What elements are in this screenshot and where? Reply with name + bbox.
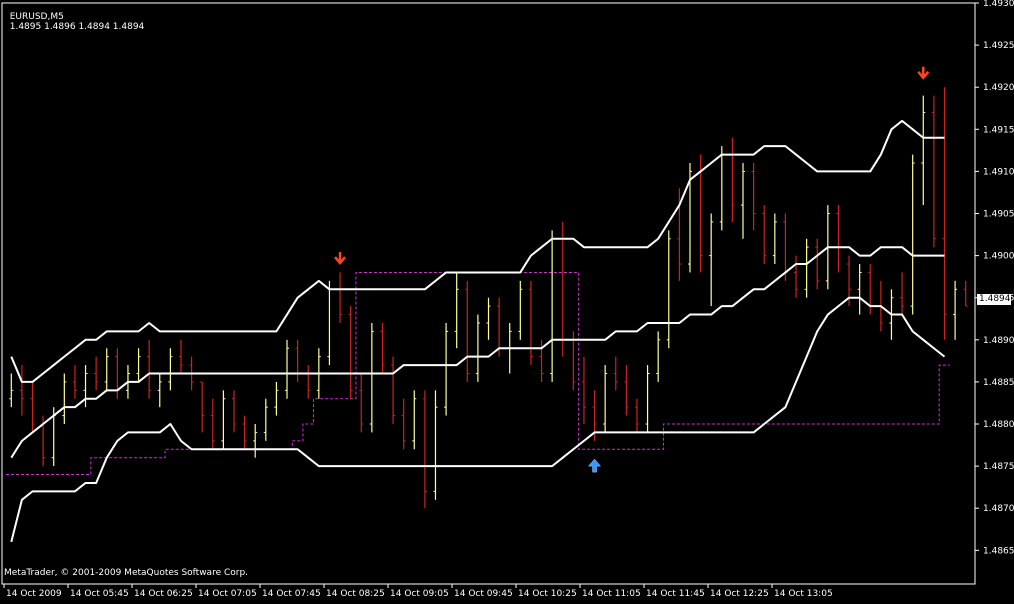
y-tick-label: 1.4910 — [983, 167, 1014, 177]
chart-header: EURUSD,M5 1.4895 1.4896 1.4894 1.4894 — [4, 2, 145, 32]
x-tick-label: 14 Oct 11:05 — [582, 589, 641, 599]
last-price-marker: 1.4894 — [977, 294, 1011, 305]
ohlc-readout: 1.4895 1.4896 1.4894 1.4894 — [9, 22, 145, 32]
y-tick-label: 1.4870 — [983, 504, 1014, 514]
plot-frame — [1, 2, 976, 585]
y-tick-label: 1.4905 — [983, 210, 1014, 220]
y-tick-label: 1.4865 — [983, 546, 1014, 556]
x-tick-label: 14 Oct 10:25 — [518, 589, 577, 599]
y-tick-label: 1.4890 — [983, 336, 1014, 346]
x-tick-label: 14 Oct 09:45 — [454, 589, 513, 599]
price-chart[interactable]: 1.4930 1.4925 1.4920 1.4915 1.4910 1.4905 1.49… — [0, 0, 1014, 600]
x-tick-label: 14 Oct 2009 — [6, 589, 62, 599]
y-tick-label: 1.4915 — [983, 125, 1014, 135]
x-tick-label: 14 Oct 12:25 — [710, 589, 769, 599]
sell-arrow-icon — [917, 66, 930, 80]
sell-arrow-icon — [334, 252, 346, 265]
x-tick-label: 14 Oct 05:45 — [70, 589, 129, 599]
y-tick-label: 1.4930 — [983, 0, 1014, 9]
y-tick-label: 1.4920 — [983, 83, 1014, 93]
x-tick-label: 14 Oct 13:05 — [774, 589, 833, 599]
y-tick-label: 1.4880 — [983, 420, 1014, 430]
x-tick-label: 14 Oct 11:45 — [646, 589, 705, 599]
x-tick-label: 14 Oct 07:05 — [198, 589, 257, 599]
copyright-text: MetaTrader, © 2001-2009 MetaQuotes Softw… — [4, 568, 249, 578]
symbol-label: EURUSD,M5 — [9, 12, 64, 22]
y-tick-label: 1.4885 — [983, 378, 1014, 388]
y-tick-label: 1.4925 — [983, 41, 1014, 51]
x-tick-label: 14 Oct 07:45 — [262, 589, 321, 599]
x-tick-label: 14 Oct 06:25 — [134, 589, 193, 599]
x-tick-label: 14 Oct 08:25 — [326, 589, 385, 599]
y-tick-label: 1.4900 — [983, 252, 1014, 262]
y-tick-label: 1.4875 — [983, 462, 1014, 472]
x-tick-label: 14 Oct 09:05 — [390, 589, 449, 599]
buy-arrow-icon — [588, 458, 602, 473]
chart-window[interactable]: 1.4930 1.4925 1.4920 1.4915 1.4910 1.4905 1.49… — [0, 0, 1014, 600]
